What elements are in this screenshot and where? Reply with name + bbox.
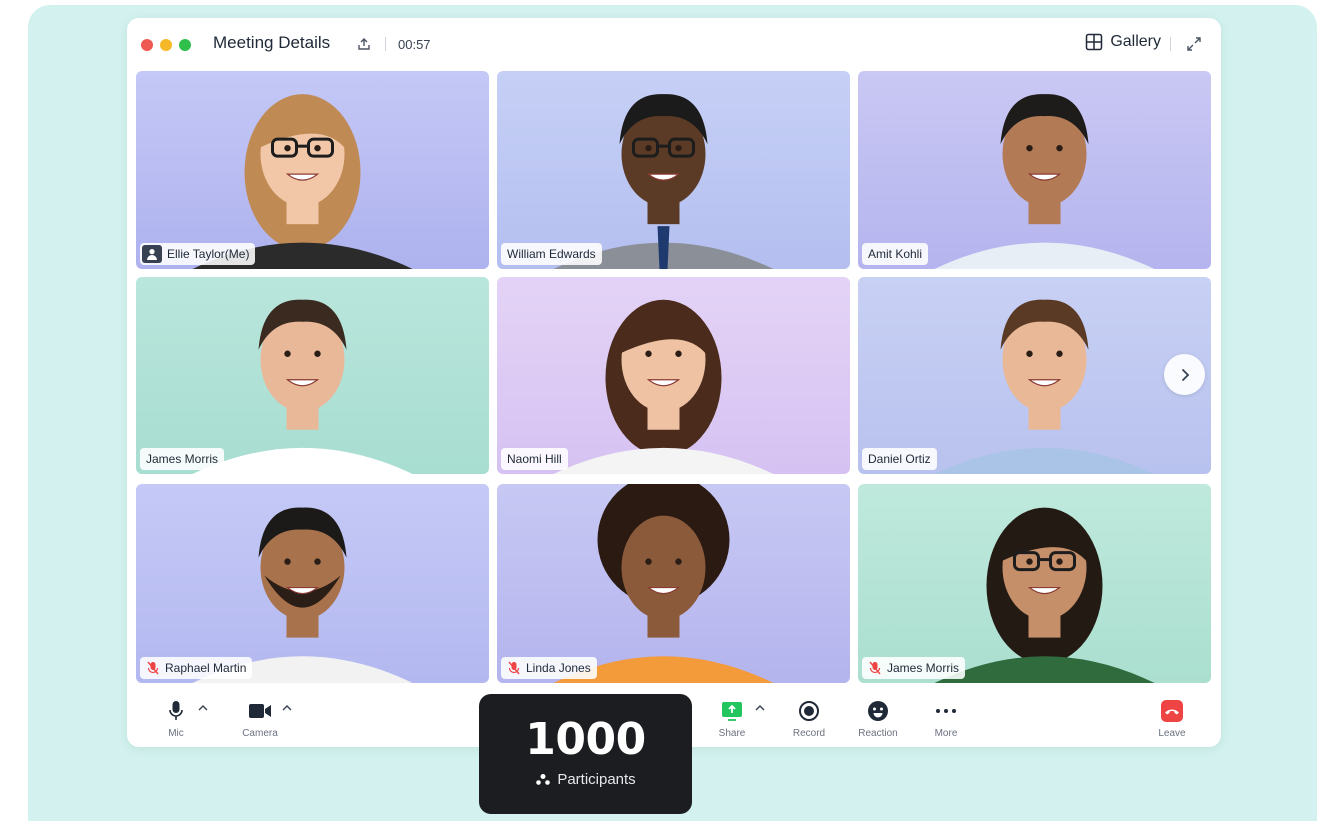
maximize-dot[interactable] <box>179 39 191 51</box>
participant-tile[interactable]: James Morris <box>136 277 489 474</box>
participant-name-tag: Naomi Hill <box>501 448 568 470</box>
mic-muted-icon <box>508 661 520 675</box>
participant-tile[interactable]: Linda Jones <box>497 484 850 683</box>
participant-video <box>934 507 1155 683</box>
mic-options-caret-icon[interactable] <box>198 704 208 712</box>
gallery-label: Gallery <box>1110 33 1161 50</box>
participants-icon <box>536 773 551 785</box>
share-options-caret-icon[interactable] <box>755 704 765 712</box>
record-button[interactable]: Record <box>788 699 830 739</box>
participant-name: Daniel Ortiz <box>868 452 931 466</box>
camera-label: Camera <box>242 728 278 739</box>
participant-video <box>934 299 1155 474</box>
share-button[interactable]: Share <box>714 699 750 739</box>
mic-muted-icon <box>147 661 159 675</box>
participant-name-tag: Linda Jones <box>501 657 597 679</box>
participant-name-tag: William Edwards <box>501 243 602 265</box>
participant-name: Amit Kohli <box>868 247 923 261</box>
minimize-dot[interactable] <box>160 39 172 51</box>
participant-name: James Morris <box>146 452 219 466</box>
share-out-icon[interactable] <box>356 36 372 52</box>
participant-name-tag: James Morris <box>140 448 225 470</box>
gallery-view-button[interactable]: Gallery <box>1085 33 1161 51</box>
participant-name: William Edwards <box>507 247 596 261</box>
participant-video <box>192 299 413 474</box>
participant-video <box>553 94 774 269</box>
participant-tile[interactable]: Raphael Martin <box>136 484 489 683</box>
leave-button[interactable]: Leave <box>1155 699 1189 739</box>
participant-tile[interactable]: Daniel Ortiz <box>858 277 1211 474</box>
participant-video <box>192 507 413 683</box>
participant-video <box>934 94 1155 269</box>
record-label: Record <box>792 728 826 739</box>
divider <box>385 37 386 51</box>
participant-video <box>553 484 774 683</box>
reaction-smiley-icon <box>868 701 888 721</box>
more-dots-icon <box>936 709 956 713</box>
expand-icon[interactable] <box>1185 35 1203 53</box>
participant-tile[interactable]: James Morris <box>858 484 1211 683</box>
mic-icon <box>169 701 183 720</box>
mic-muted-icon <box>869 661 881 675</box>
participants-count-card[interactable]: 1000 Participants <box>479 694 692 814</box>
participant-video <box>192 94 413 269</box>
camera-button[interactable]: Camera <box>238 699 282 739</box>
meeting-timer: 00:57 <box>398 37 431 52</box>
participant-tile[interactable]: Naomi Hill <box>497 277 850 474</box>
mic-button[interactable]: Mic <box>164 699 188 739</box>
mic-label: Mic <box>168 728 184 739</box>
close-dot[interactable] <box>141 39 153 51</box>
title-bar: Meeting Details 00:57 Gallery <box>127 18 1221 70</box>
participant-video <box>553 299 774 474</box>
more-button[interactable]: More <box>930 699 962 739</box>
participant-tile[interactable]: Ellie Taylor(Me) <box>136 71 489 269</box>
share-label: Share <box>718 728 746 739</box>
more-label: More <box>934 728 958 739</box>
participant-name: Naomi Hill <box>507 452 562 466</box>
user-badge-icon <box>142 245 162 263</box>
reaction-label: Reaction <box>858 728 898 739</box>
chevron-right-icon <box>1181 368 1189 381</box>
leave-label: Leave <box>1158 728 1186 739</box>
participant-name-tag: James Morris <box>862 657 966 679</box>
record-icon <box>799 701 819 721</box>
participant-name: Linda Jones <box>526 661 591 675</box>
camera-options-caret-icon[interactable] <box>282 704 292 712</box>
participant-name-tag: Ellie Taylor(Me) <box>140 243 256 265</box>
window-controls <box>141 39 191 51</box>
participants-label: Participants <box>557 771 636 788</box>
participant-tile[interactable]: William Edwards <box>497 71 850 269</box>
next-page-button[interactable] <box>1164 354 1205 395</box>
participant-name: James Morris <box>887 661 960 675</box>
participant-name-tag: Daniel Ortiz <box>862 448 937 470</box>
leave-phone-icon <box>1161 700 1183 722</box>
camera-icon <box>249 704 271 718</box>
participant-tile[interactable]: Amit Kohli <box>858 71 1211 269</box>
share-screen-icon <box>722 702 742 721</box>
meeting-title: Meeting Details <box>213 33 331 52</box>
grid-icon <box>1086 33 1103 51</box>
participants-count: 1000 <box>525 714 646 765</box>
participant-name-tag: Amit Kohli <box>862 243 929 265</box>
reaction-button[interactable]: Reaction <box>853 699 903 739</box>
participant-name: Raphael Martin <box>165 661 247 675</box>
participant-name: Ellie Taylor(Me) <box>167 247 250 261</box>
divider <box>1170 37 1171 51</box>
participant-name-tag: Raphael Martin <box>140 657 253 679</box>
